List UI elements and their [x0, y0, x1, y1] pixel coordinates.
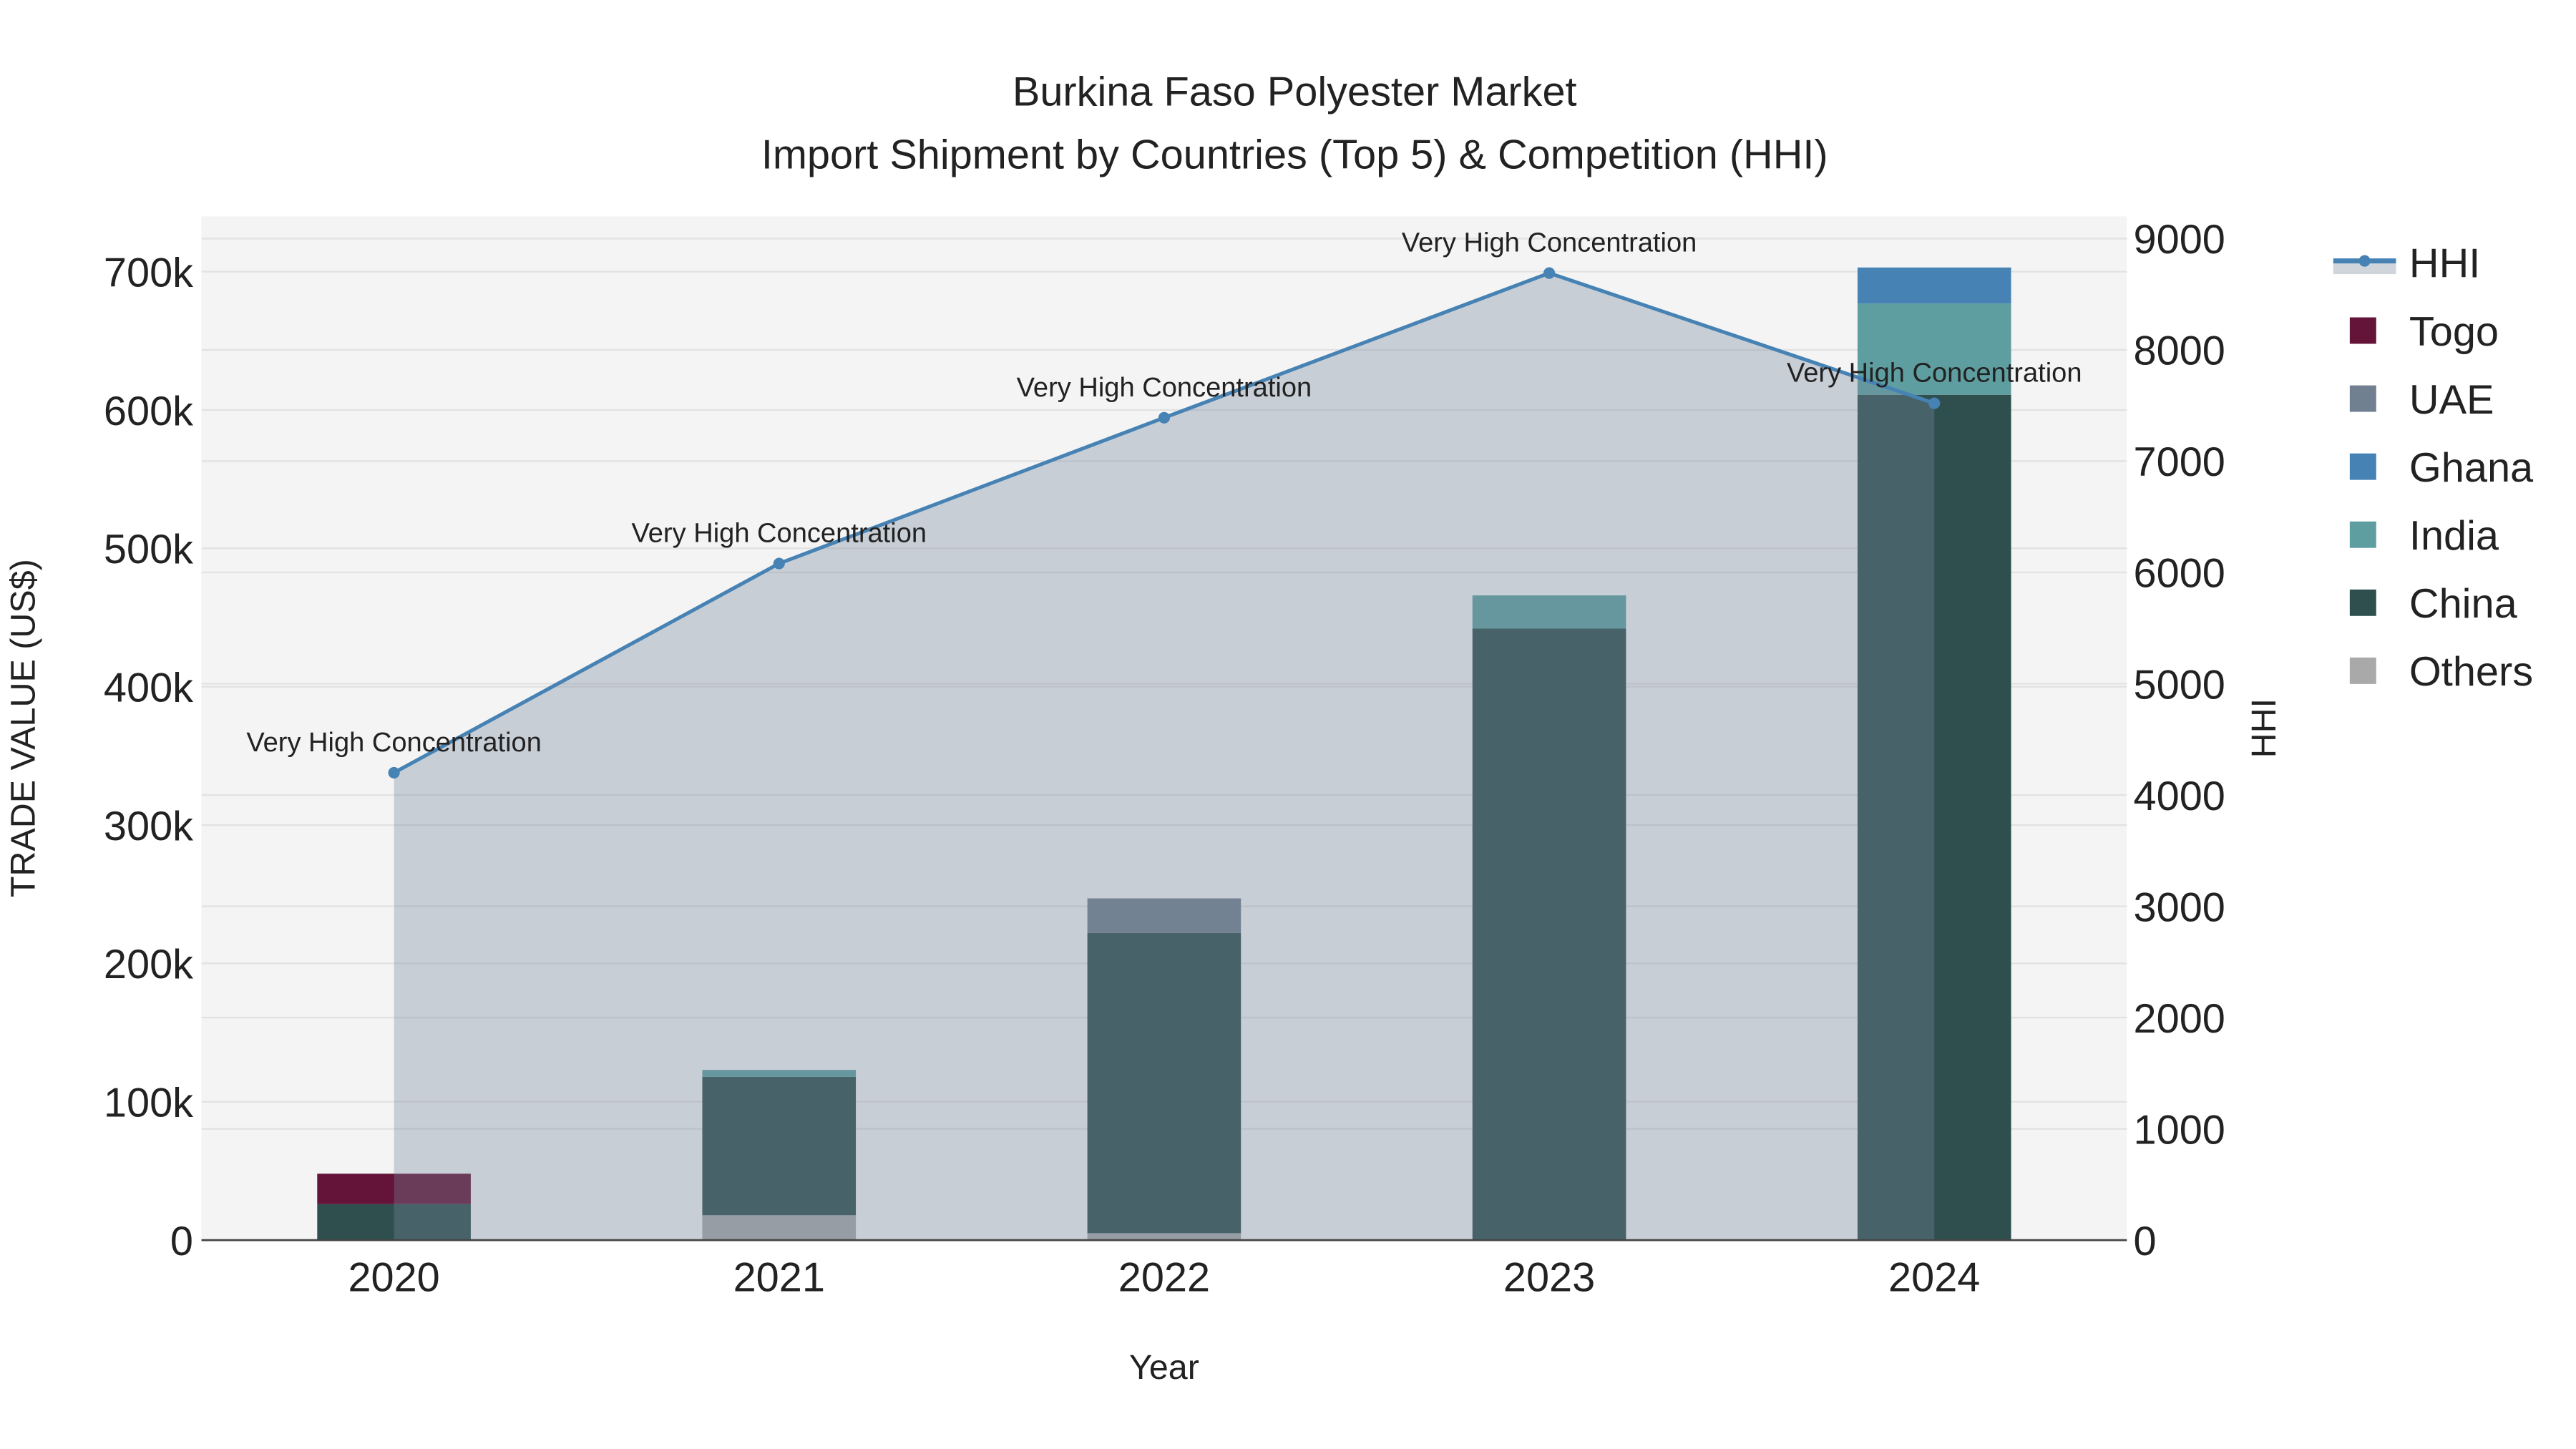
legend-label-uae: UAE	[2409, 377, 2494, 423]
y-tick-label: 0	[170, 1219, 193, 1264]
legend-swatch-others	[2349, 657, 2376, 684]
y-tick-label: 300k	[104, 804, 193, 849]
legend-swatch-uae	[2349, 385, 2376, 412]
legend-hhi-marker	[2358, 255, 2371, 267]
legend-label-others: Others	[2409, 649, 2533, 695]
x-tick-label: 2022	[1118, 1255, 1210, 1301]
x-axis-ticks: 2020 2021 2022 2023 2024	[348, 1255, 1980, 1301]
y2-tick-label: 1000	[2134, 1107, 2225, 1153]
y-axis-ticks: 0 100k 200k 300k 400k 500k 600k 700k	[104, 250, 193, 1264]
y2-tick-label: 9000	[2134, 217, 2225, 263]
y2-axis-ticks: 0 1000 2000 3000 4000 5000 6000 7000 8000 9000	[2134, 217, 2225, 1264]
legend-swatch-india	[2349, 521, 2376, 548]
legend: HHI Togo UAE Ghana India China Others	[2333, 241, 2534, 695]
hhi-point-2024	[1928, 397, 1941, 409]
legend-swatch-togo	[2349, 317, 2376, 344]
y-tick-label: 100k	[104, 1080, 193, 1126]
legend-label-ghana: Ghana	[2409, 445, 2534, 491]
hhi-annotation-2020: Very High Concentration	[246, 728, 542, 758]
legend-label-india: India	[2409, 513, 2499, 559]
x-tick-label: 2024	[1888, 1255, 1980, 1301]
hhi-point-2023	[1543, 267, 1556, 279]
y-tick-label: 200k	[104, 942, 193, 987]
y-tick-label: 600k	[104, 389, 193, 434]
y-tick-label: 700k	[104, 250, 193, 296]
legend-label-togo: Togo	[2409, 309, 2499, 355]
hhi-point-2021	[773, 557, 785, 570]
x-tick-label: 2023	[1503, 1255, 1595, 1301]
y2-tick-label: 2000	[2134, 996, 2225, 1042]
x-tick-label: 2020	[348, 1255, 439, 1301]
legend-label-china: China	[2409, 581, 2518, 627]
hhi-annotation-2024: Very High Concentration	[1787, 358, 2082, 389]
legend-label-hhi: HHI	[2409, 241, 2480, 287]
chart: Very High Concentration Very High Concent…	[4, 69, 2534, 1387]
chart-title: Burkina Faso Polyester Market	[1013, 69, 1577, 115]
x-tick-label: 2021	[733, 1255, 825, 1301]
chart-subtitle: Import Shipment by Countries (Top 5) & C…	[761, 132, 1828, 177]
hhi-point-2022	[1158, 411, 1170, 424]
y-tick-label: 500k	[104, 527, 193, 572]
hhi-annotation-2021: Very High Concentration	[631, 519, 927, 549]
y2-tick-label: 3000	[2134, 884, 2225, 930]
x-axis-label: Year	[1129, 1348, 1199, 1387]
hhi-point-2020	[388, 766, 400, 779]
hhi-annotation-2023: Very High Concentration	[1402, 228, 1697, 258]
y2-axis-label: HHI	[2245, 698, 2283, 758]
y-tick-label: 400k	[104, 665, 193, 711]
legend-swatch-ghana	[2349, 453, 2376, 480]
y2-tick-label: 7000	[2134, 439, 2225, 485]
y-axis-label: TRADE VALUE (US$)	[4, 559, 42, 897]
y2-tick-label: 5000	[2134, 662, 2225, 708]
legend-swatch-china	[2349, 589, 2376, 616]
hhi-annotation-2022: Very High Concentration	[1017, 373, 1312, 403]
y2-tick-label: 8000	[2134, 328, 2225, 374]
bar-ghana-2024	[1857, 267, 2011, 304]
y2-tick-label: 4000	[2134, 774, 2225, 819]
y2-tick-label: 0	[2134, 1219, 2157, 1264]
y2-tick-label: 6000	[2134, 551, 2225, 597]
